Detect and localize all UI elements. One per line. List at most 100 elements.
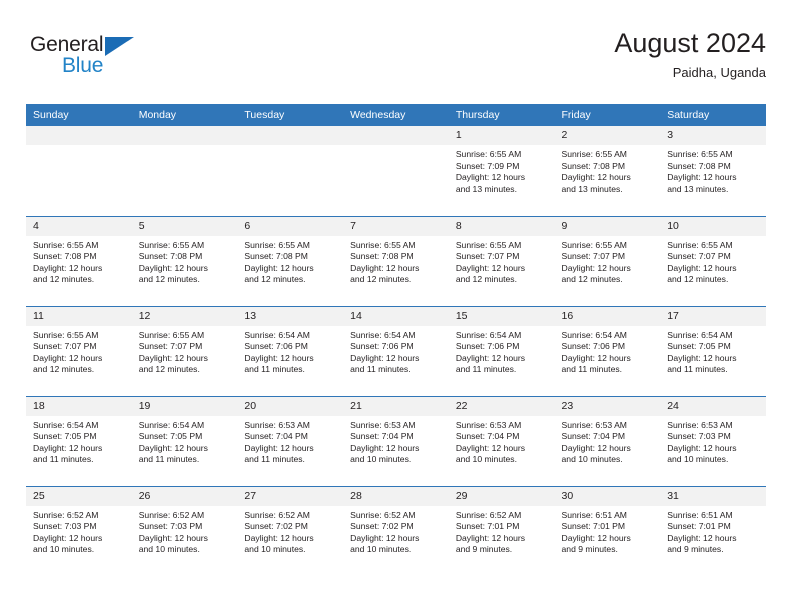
calendar-day[interactable]: 28 Sunrise: 6:52 AM Sunset: 7:02 PM Dayligh… (343, 486, 449, 576)
day-details: Sunrise: 6:55 AM Sunset: 7:08 PM Daylight:… (132, 236, 238, 286)
daylight-text-line2: and 10 minutes. (138, 544, 200, 555)
daylight-text-line2: and 11 minutes. (138, 454, 200, 465)
calendar-day[interactable]: 8 Sunrise: 6:55 AM Sunset: 7:07 PM Daylight… (448, 216, 555, 306)
calendar-day[interactable]: 12 Sunrise: 6:55 AM Sunset: 7:07 PM Dayligh… (131, 306, 238, 396)
calendar-cell: 31 Sunrise: 6:51 AM Sunset: 7:01 PM Dayligh… (660, 485, 766, 576)
daylight-text-line1: Daylight: 12 hours (667, 352, 737, 363)
calendar-day[interactable]: 22 Sunrise: 6:53 AM Sunset: 7:04 PM Dayligh… (448, 396, 555, 486)
calendar-day[interactable]: 4 Sunrise: 6:55 AM Sunset: 7:08 PM Daylight… (26, 216, 132, 306)
calendar-cell: 6 Sunrise: 6:55 AM Sunset: 7:08 PM Daylight… (237, 215, 344, 306)
generalblue-logo[interactable]: General Blue (30, 34, 160, 86)
calendar-cell: 8 Sunrise: 6:55 AM Sunset: 7:07 PM Daylight… (448, 215, 555, 306)
calendar-day[interactable]: 25 Sunrise: 6:52 AM Sunset: 7:03 PM Dayligh… (26, 486, 132, 576)
day-number (343, 126, 449, 145)
calendar-cell: 30 Sunrise: 6:51 AM Sunset: 7:01 PM Dayligh… (554, 485, 661, 576)
day-number: 28 (343, 486, 449, 506)
calendar-day[interactable]: 7 Sunrise: 6:55 AM Sunset: 7:08 PM Daylight… (343, 216, 449, 306)
daylight-text-line1: Daylight: 12 hours (350, 532, 420, 543)
calendar-day[interactable]: 13 Sunrise: 6:54 AM Sunset: 7:06 PM Dayligh… (237, 306, 344, 396)
sunset-text: Sunset: 7:04 PM (455, 431, 520, 442)
day-details: Sunrise: 6:54 AM Sunset: 7:05 PM Daylight:… (26, 416, 132, 466)
daylight-text-line1: Daylight: 12 hours (455, 442, 526, 453)
day-number: 19 (131, 396, 238, 416)
day-number: 12 (131, 306, 238, 326)
calendar-cell: 4 Sunrise: 6:55 AM Sunset: 7:08 PM Daylight… (26, 215, 132, 306)
sunrise-text: Sunrise: 6:55 AM (667, 239, 733, 250)
daylight-text-line2: and 10 minutes. (244, 544, 306, 555)
daylight-text-line1: Daylight: 12 hours (244, 442, 314, 453)
calendar-day[interactable]: 19 Sunrise: 6:54 AM Sunset: 7:05 PM Dayligh… (131, 396, 238, 486)
page-title: August 2024 (614, 28, 766, 58)
day-details: Sunrise: 6:54 AM Sunset: 7:06 PM Daylight:… (449, 326, 555, 376)
calendar-body: 1 Sunrise: 6:55 AM Sunset: 7:09 PM Daylight… (26, 126, 766, 576)
calendar-day[interactable]: 5 Sunrise: 6:55 AM Sunset: 7:08 PM Daylight… (131, 216, 238, 306)
calendar-day[interactable]: 29 Sunrise: 6:52 AM Sunset: 7:01 PM Dayligh… (448, 486, 555, 576)
day-number: 18 (26, 396, 132, 416)
daylight-text-line1: Daylight: 12 hours (33, 442, 103, 453)
sunrise-text: Sunrise: 6:54 AM (561, 329, 627, 340)
day-number: 25 (26, 486, 132, 506)
calendar-day[interactable]: 15 Sunrise: 6:54 AM Sunset: 7:06 PM Dayligh… (448, 306, 555, 396)
calendar-day-empty (26, 126, 132, 215)
calendar-day[interactable]: 11 Sunrise: 6:55 AM Sunset: 7:07 PM Dayligh… (26, 306, 132, 396)
sunrise-text: Sunrise: 6:55 AM (138, 239, 205, 250)
calendar-cell: 2 Sunrise: 6:55 AM Sunset: 7:08 PM Daylight… (554, 126, 661, 216)
calendar-day[interactable]: 16 Sunrise: 6:54 AM Sunset: 7:06 PM Dayligh… (554, 306, 661, 396)
sunrise-text: Sunrise: 6:52 AM (138, 509, 205, 520)
calendar-day[interactable]: 1 Sunrise: 6:55 AM Sunset: 7:09 PM Daylight… (448, 126, 555, 215)
calendar-day[interactable]: 14 Sunrise: 6:54 AM Sunset: 7:06 PM Dayligh… (343, 306, 449, 396)
calendar-day[interactable]: 21 Sunrise: 6:53 AM Sunset: 7:04 PM Dayligh… (343, 396, 449, 486)
calendar-day[interactable]: 18 Sunrise: 6:54 AM Sunset: 7:05 PM Dayligh… (26, 396, 132, 486)
calendar-day-empty (131, 126, 238, 215)
calendar-cell: 12 Sunrise: 6:55 AM Sunset: 7:07 PM Dayligh… (131, 305, 238, 396)
daylight-text-line1: Daylight: 12 hours (33, 352, 103, 363)
weekday-header-monday: Monday (131, 104, 238, 126)
calendar-day[interactable]: 6 Sunrise: 6:55 AM Sunset: 7:08 PM Daylight… (237, 216, 344, 306)
calendar-day[interactable]: 31 Sunrise: 6:51 AM Sunset: 7:01 PM Dayligh… (660, 486, 766, 576)
calendar-day[interactable]: 3 Sunrise: 6:55 AM Sunset: 7:08 PM Daylight… (660, 126, 766, 215)
calendar-table: Sunday Monday Tuesday Wednesday Thursday… (26, 104, 766, 576)
calendar-day[interactable]: 9 Sunrise: 6:55 AM Sunset: 7:07 PM Daylight… (554, 216, 661, 306)
sunrise-text: Sunrise: 6:55 AM (244, 239, 310, 250)
sunset-text: Sunset: 7:04 PM (244, 431, 308, 442)
daylight-text-line1: Daylight: 12 hours (138, 442, 208, 453)
calendar-day[interactable]: 20 Sunrise: 6:53 AM Sunset: 7:04 PM Dayligh… (237, 396, 344, 486)
weekday-header-wednesday: Wednesday (343, 104, 449, 126)
calendar-day[interactable]: 27 Sunrise: 6:52 AM Sunset: 7:02 PM Dayligh… (237, 486, 344, 576)
sunrise-text: Sunrise: 6:52 AM (350, 509, 416, 520)
calendar-cell: 10 Sunrise: 6:55 AM Sunset: 7:07 PM Dayligh… (660, 215, 766, 306)
sunrise-text: Sunrise: 6:53 AM (667, 419, 733, 430)
daylight-text-line1: Daylight: 12 hours (667, 442, 737, 453)
calendar-day[interactable]: 26 Sunrise: 6:52 AM Sunset: 7:03 PM Dayligh… (131, 486, 238, 576)
sunset-text: Sunset: 7:02 PM (350, 521, 414, 532)
day-number: 10 (660, 216, 766, 236)
calendar-day[interactable]: 10 Sunrise: 6:55 AM Sunset: 7:07 PM Dayligh… (660, 216, 766, 306)
calendar-day[interactable]: 2 Sunrise: 6:55 AM Sunset: 7:08 PM Daylight… (554, 126, 661, 215)
weekday-header-thursday: Thursday (448, 104, 555, 126)
daylight-text-line1: Daylight: 12 hours (561, 172, 631, 183)
day-number: 27 (237, 486, 344, 506)
sunset-text: Sunset: 7:08 PM (561, 160, 626, 171)
sunset-text: Sunset: 7:05 PM (33, 431, 97, 442)
sunset-text: Sunset: 7:08 PM (33, 251, 97, 262)
day-details: Sunrise: 6:55 AM Sunset: 7:08 PM Daylight:… (343, 236, 449, 286)
daylight-text-line2: and 10 minutes. (350, 454, 412, 465)
daylight-text-line2: and 11 minutes. (667, 364, 728, 375)
sunset-text: Sunset: 7:07 PM (667, 251, 731, 262)
day-number: 23 (554, 396, 661, 416)
daylight-text-line1: Daylight: 12 hours (455, 262, 526, 273)
daylight-text-line1: Daylight: 12 hours (561, 352, 631, 363)
sunrise-text: Sunrise: 6:52 AM (244, 509, 310, 520)
calendar-day[interactable]: 23 Sunrise: 6:53 AM Sunset: 7:04 PM Dayligh… (554, 396, 661, 486)
calendar-day[interactable]: 24 Sunrise: 6:53 AM Sunset: 7:03 PM Dayligh… (660, 396, 766, 486)
calendar-day[interactable]: 17 Sunrise: 6:54 AM Sunset: 7:05 PM Dayligh… (660, 306, 766, 396)
triangle-icon (105, 37, 134, 56)
sunrise-text: Sunrise: 6:54 AM (350, 329, 416, 340)
daylight-text-line2: and 13 minutes. (455, 183, 517, 194)
calendar-day[interactable]: 30 Sunrise: 6:51 AM Sunset: 7:01 PM Dayligh… (554, 486, 661, 576)
sunset-text: Sunset: 7:06 PM (455, 341, 520, 352)
sunrise-text: Sunrise: 6:55 AM (33, 329, 99, 340)
daylight-text-line2: and 12 minutes. (350, 274, 412, 285)
page-header: General Blue August 2024 Paidha, Uganda (26, 26, 766, 98)
day-details: Sunrise: 6:55 AM Sunset: 7:07 PM Daylight:… (449, 236, 555, 286)
